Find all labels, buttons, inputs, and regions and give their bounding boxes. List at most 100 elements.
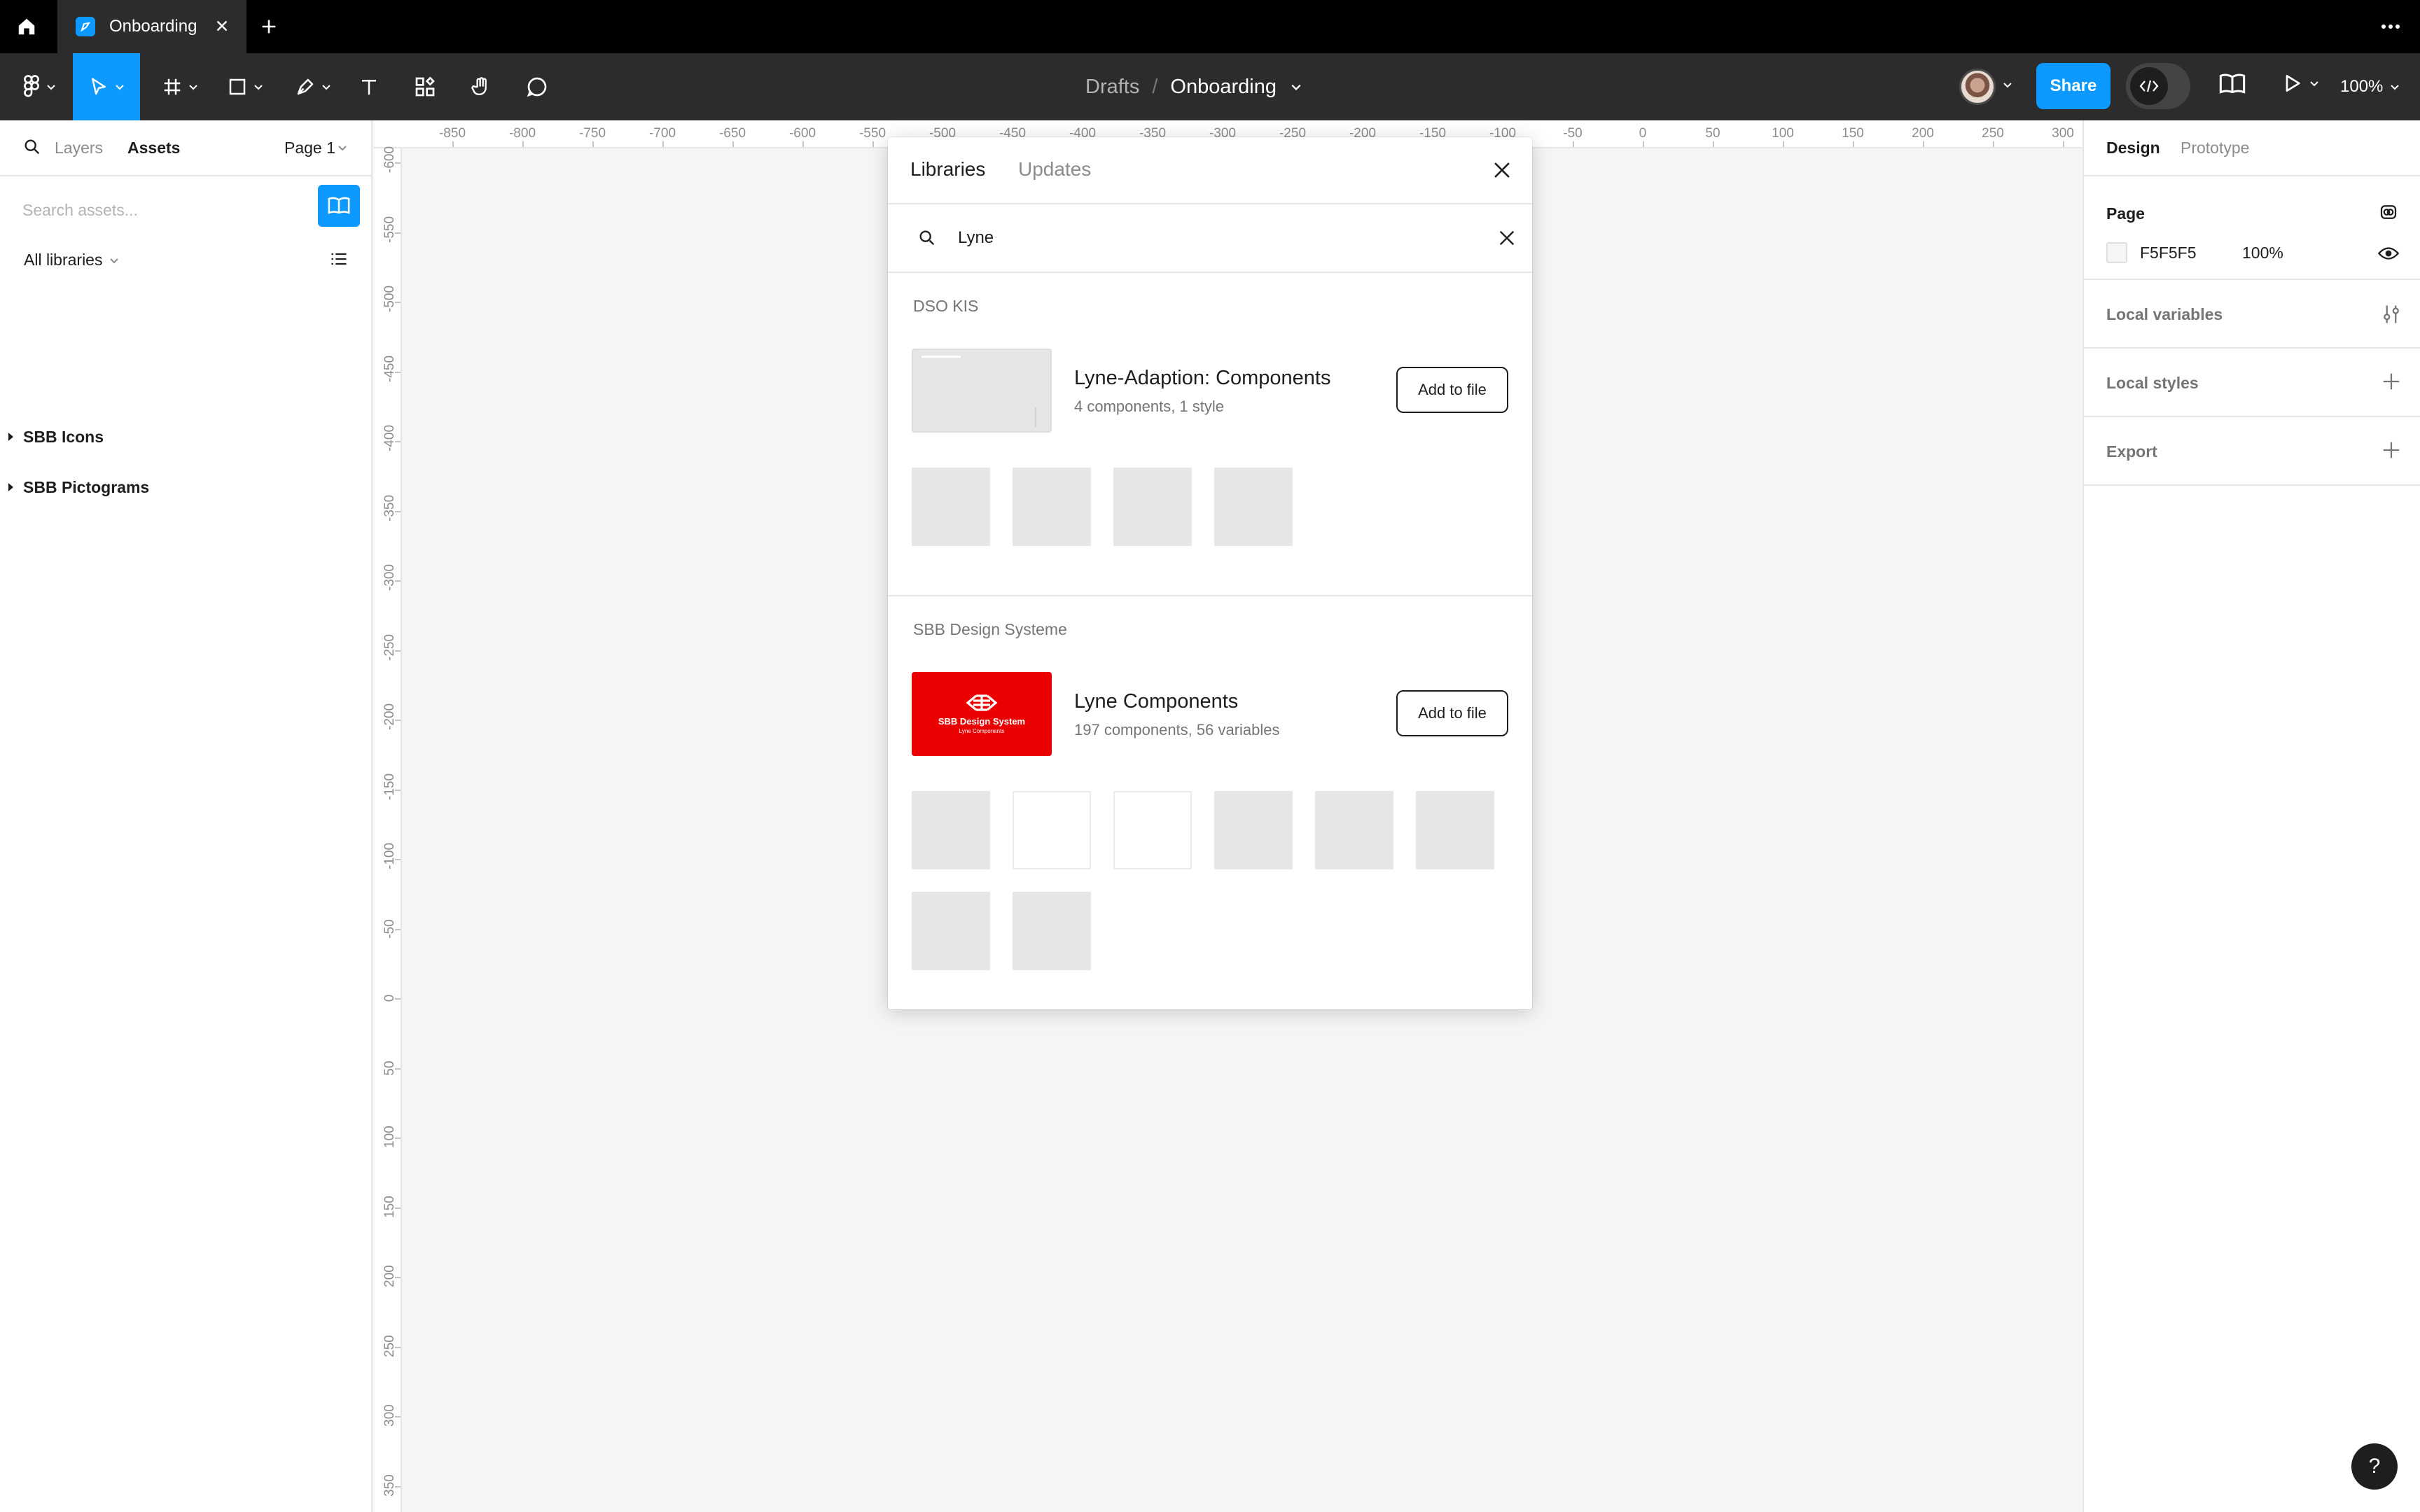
ruler-tick-label: -800	[508, 126, 536, 141]
variables-adjust-icon[interactable]	[2381, 302, 2402, 326]
right-panel-tabs: Design Prototype	[2084, 120, 2420, 176]
file-name[interactable]: Onboarding	[1170, 76, 1277, 99]
thumbnail-brand: SBB Design System	[938, 716, 1026, 727]
move-tool-button[interactable]	[73, 53, 140, 120]
ruler-tick	[395, 720, 401, 721]
library-name[interactable]: Lyne-Adaption: Components	[1074, 367, 1331, 390]
tab-updates[interactable]: Updates	[1018, 158, 1091, 181]
close-icon[interactable]	[1490, 158, 1514, 182]
tab-libraries[interactable]: Libraries	[910, 158, 985, 181]
library-search-input[interactable]	[958, 224, 1448, 252]
add-to-file-button[interactable]: Add to file	[1396, 367, 1508, 413]
ruler-tick-label: 200	[1912, 126, 1934, 141]
hand-tool-button[interactable]	[464, 53, 499, 120]
chevron-down-icon[interactable]	[1291, 83, 1302, 91]
component-preview[interactable]	[1013, 468, 1091, 546]
ruler-tick-label: -700	[648, 126, 676, 141]
figma-file-icon	[76, 17, 95, 36]
component-preview[interactable]	[1416, 791, 1494, 869]
component-preview[interactable]	[912, 468, 990, 546]
component-preview[interactable]	[1315, 791, 1393, 869]
main-menu-button[interactable]	[13, 53, 66, 120]
library-filter-dropdown[interactable]: All libraries	[24, 251, 119, 270]
page-color-swatch[interactable]	[2106, 242, 2127, 263]
page-selector[interactable]: Page 1	[284, 139, 335, 158]
chevron-down-icon	[47, 85, 55, 90]
component-preview[interactable]	[912, 892, 990, 970]
asset-search-input[interactable]	[22, 196, 302, 224]
tab-prototype[interactable]: Prototype	[2181, 139, 2249, 158]
ruler-tick	[395, 928, 401, 930]
ruler-tick	[395, 1207, 401, 1209]
dev-mode-toggle[interactable]	[2126, 63, 2190, 109]
tab-onboarding[interactable]: Onboarding	[57, 0, 246, 53]
export-section[interactable]: Export	[2084, 417, 2420, 486]
chevron-down-icon	[2391, 85, 2400, 90]
chevron-down-icon	[110, 258, 119, 263]
tab-assets[interactable]: Assets	[127, 139, 180, 158]
search-icon[interactable]	[22, 137, 42, 157]
chevron-down-icon[interactable]	[2003, 81, 2012, 88]
ruler-tick	[395, 302, 401, 303]
pen-tool-button[interactable]	[287, 53, 339, 120]
component-preview[interactable]	[1214, 791, 1293, 869]
resources-tool-button[interactable]	[408, 53, 443, 120]
zoom-menu[interactable]: 100%	[2340, 53, 2400, 120]
chevron-down-icon	[2310, 81, 2318, 87]
libraries-button[interactable]	[318, 185, 360, 227]
ruler-tick	[395, 1485, 401, 1488]
clear-search-icon[interactable]	[1496, 227, 1518, 249]
page-color-opacity[interactable]: 100%	[2242, 244, 2283, 262]
local-styles-section[interactable]: Local styles	[2084, 349, 2420, 417]
new-tab-button[interactable]	[256, 14, 281, 39]
component-preview[interactable]	[1113, 468, 1192, 546]
breadcrumb-separator: /	[1152, 75, 1158, 98]
home-button[interactable]	[0, 0, 53, 53]
plus-icon[interactable]	[2381, 440, 2402, 461]
ruler-tick-label: -600	[788, 126, 816, 141]
ruler-tick	[1643, 141, 1644, 147]
present-button[interactable]	[2281, 71, 2319, 95]
component-preview[interactable]	[1013, 791, 1091, 869]
breadcrumb: Drafts / Onboarding	[1085, 53, 1302, 120]
comment-tool-button[interactable]	[520, 53, 555, 120]
avatar[interactable]	[1959, 69, 1996, 105]
toolbar: Drafts / Onboarding Share 100%	[0, 53, 2420, 120]
component-preview[interactable]	[1113, 791, 1192, 869]
library-meta: 4 components, 1 style	[1074, 398, 1225, 415]
share-button[interactable]: Share	[2036, 63, 2110, 109]
more-options-button[interactable]	[2378, 17, 2403, 40]
page-color-hex[interactable]: F5F5F5	[2140, 244, 2197, 262]
shape-tool-button[interactable]	[220, 53, 270, 120]
component-preview[interactable]	[1214, 468, 1293, 546]
color-profile-icon[interactable]	[2378, 202, 2399, 223]
component-preview[interactable]	[912, 791, 990, 869]
ruler-tick	[872, 141, 874, 147]
tab-design[interactable]: Design	[2106, 139, 2160, 158]
plus-icon[interactable]	[2381, 371, 2402, 392]
library-button[interactable]	[2218, 70, 2246, 102]
book-icon	[2219, 74, 2246, 94]
help-button[interactable]: ?	[2351, 1443, 2398, 1490]
library-name[interactable]: Lyne Components	[1074, 690, 1238, 713]
ruler-tick-label: 0	[1639, 126, 1647, 141]
thumbnail-subtitle: Lyne Components	[959, 728, 1005, 734]
library-item-sbb-pictograms[interactable]: SBB Pictograms	[0, 473, 149, 501]
component-preview[interactable]	[1013, 892, 1091, 970]
close-tab-icon[interactable]	[213, 17, 231, 35]
chevron-down-icon[interactable]	[338, 144, 347, 151]
breadcrumb-drafts-link[interactable]: Drafts	[1085, 76, 1139, 99]
ruler-tick	[395, 789, 401, 791]
local-variables-section[interactable]: Local variables	[2084, 280, 2420, 349]
ruler-tick	[395, 1346, 401, 1348]
library-item-sbb-icons[interactable]: SBB Icons	[0, 423, 104, 451]
eye-icon[interactable]	[2378, 245, 2399, 262]
text-tool-button[interactable]	[352, 53, 387, 120]
add-to-file-button[interactable]: Add to file	[1396, 690, 1508, 736]
export-title: Export	[2106, 442, 2157, 461]
list-view-icon[interactable]	[329, 249, 349, 269]
ruler-tick-label: -550	[858, 126, 886, 141]
ruler-tick	[522, 141, 524, 147]
tab-layers[interactable]: Layers	[55, 139, 103, 158]
frame-tool-button[interactable]	[155, 53, 204, 120]
